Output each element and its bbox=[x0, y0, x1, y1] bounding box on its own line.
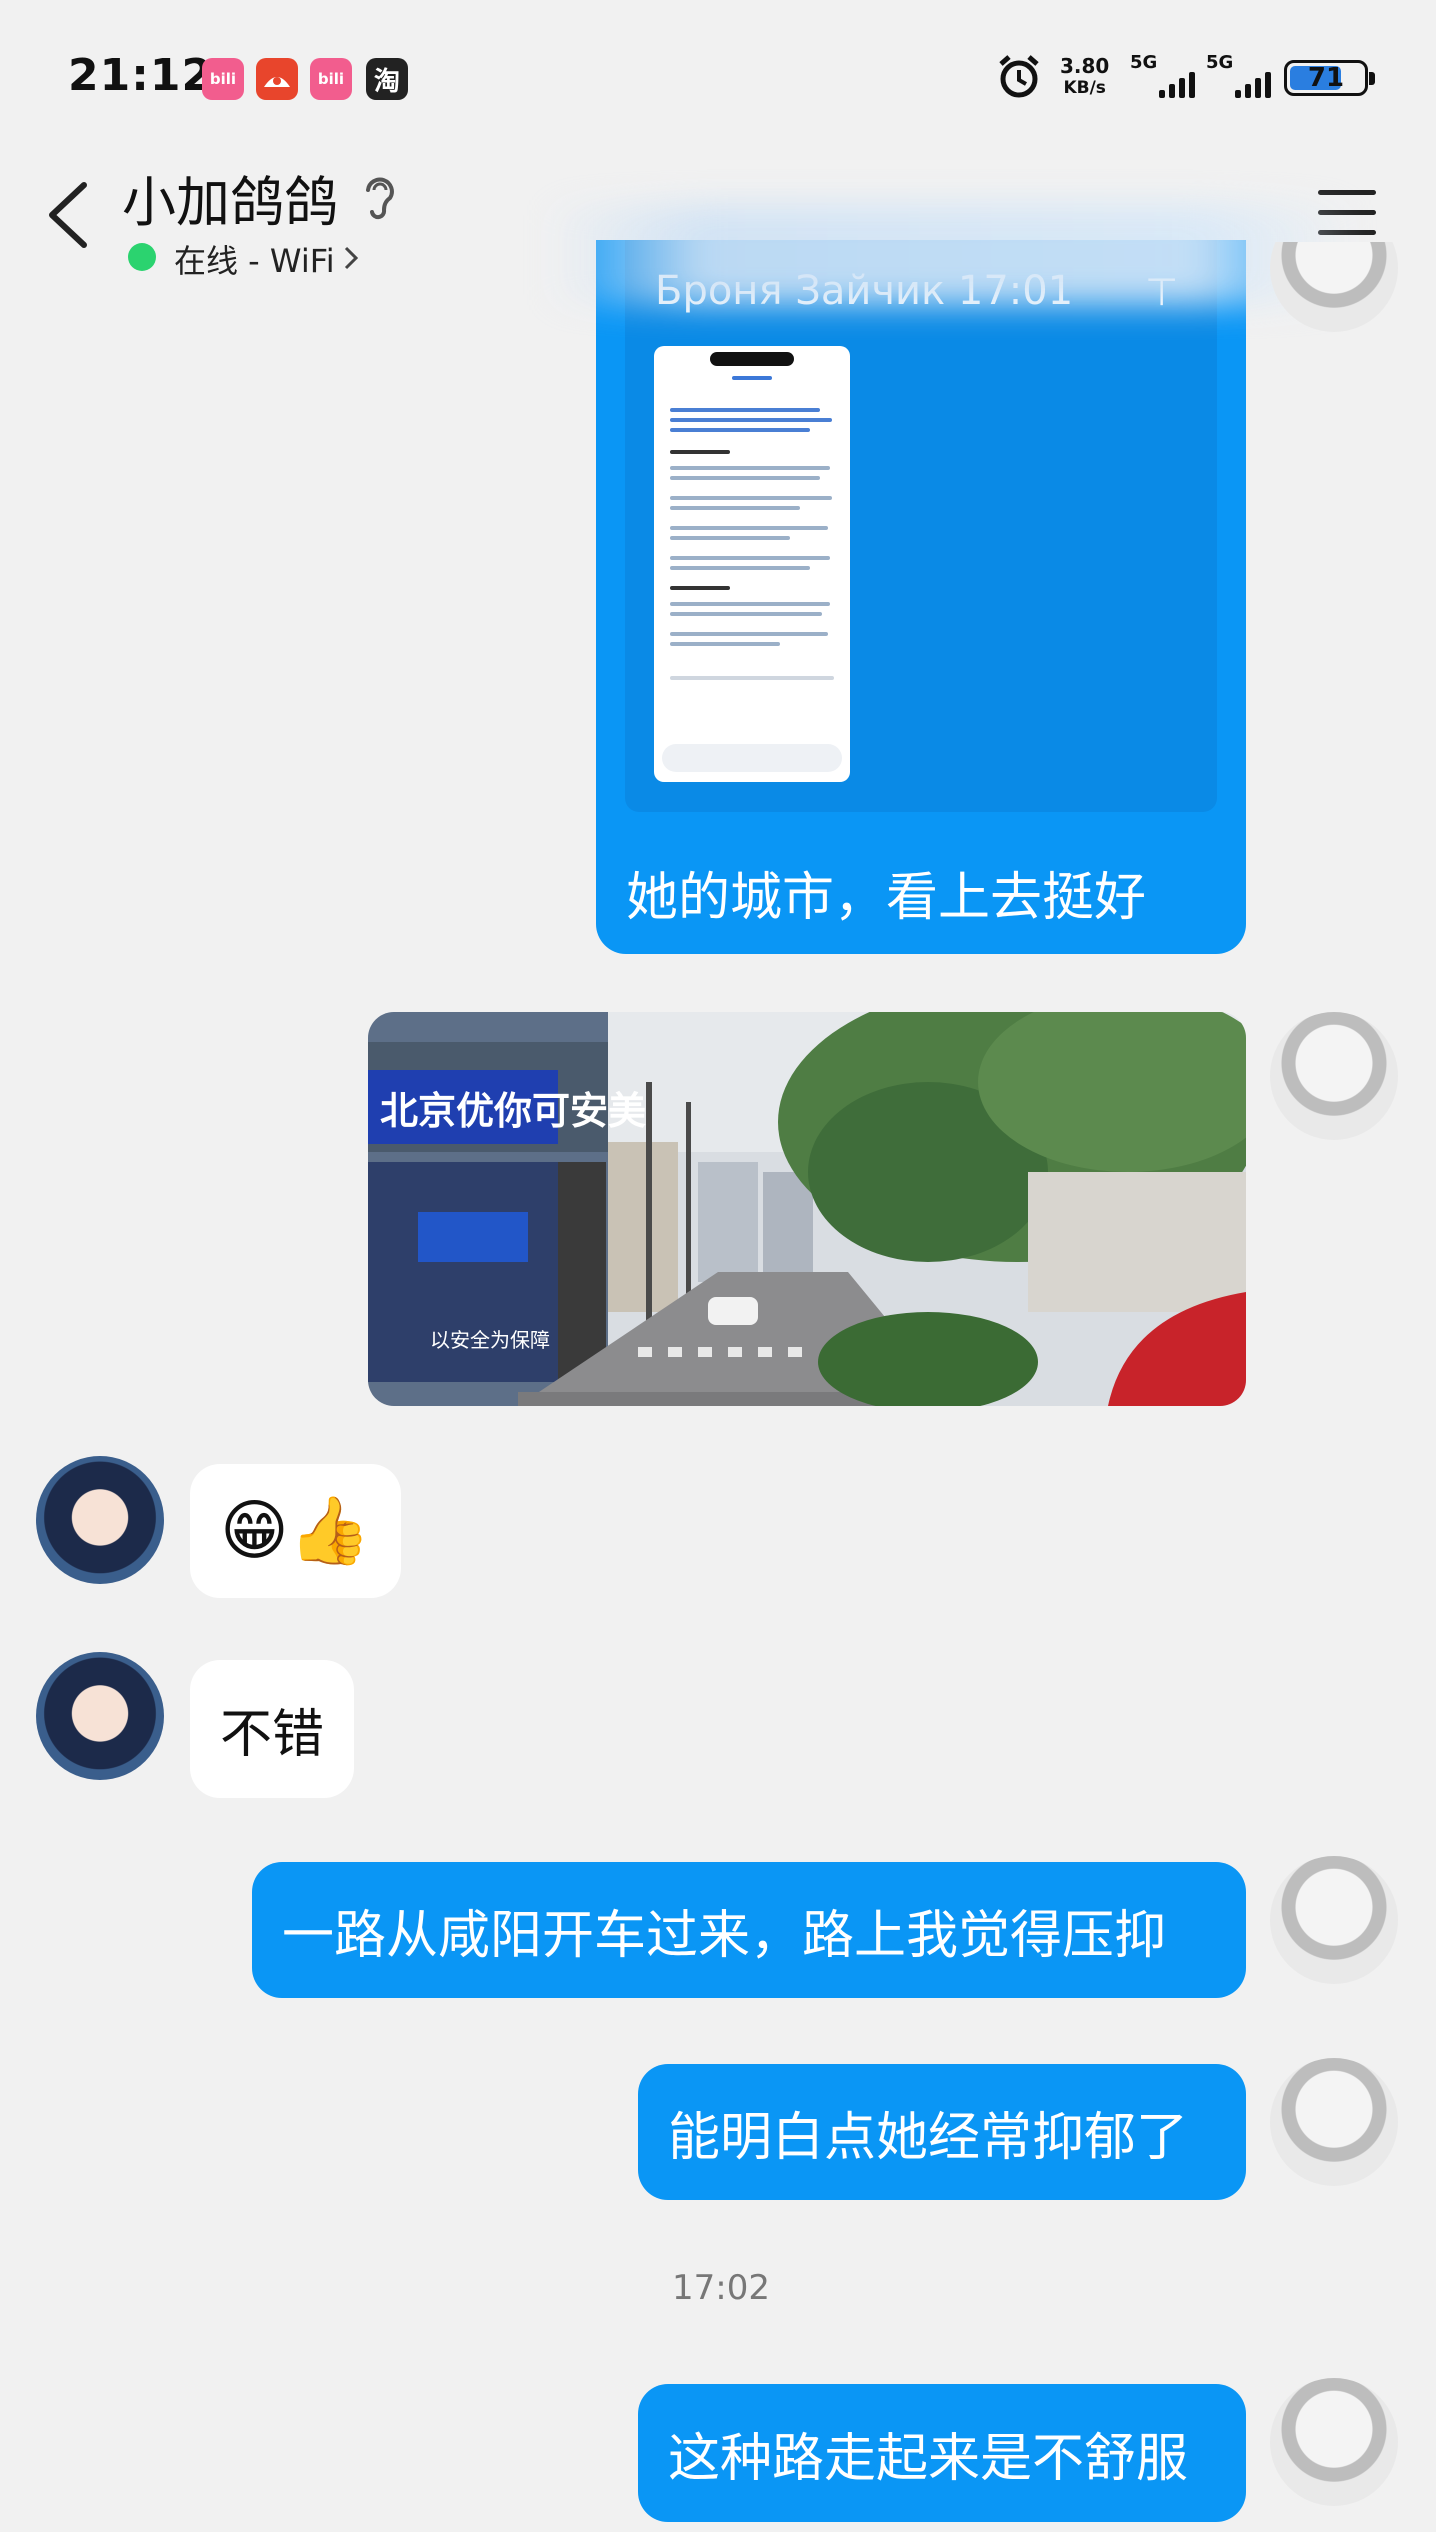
message-caption: 她的城市，看上去挺好 bbox=[626, 868, 1147, 928]
red-app-icon bbox=[256, 58, 298, 100]
text-message-bubble[interactable]: 不错 bbox=[190, 1660, 355, 1798]
my-avatar[interactable] bbox=[1270, 1012, 1398, 1140]
timestamp: 17:02 bbox=[672, 2268, 770, 2308]
shop-slogan: 以安全为保障 bbox=[430, 1328, 550, 1352]
contact-name[interactable]: 小加鸽鸽 bbox=[122, 158, 338, 237]
shop-sign: 北京优你可安美 bbox=[380, 1089, 646, 1133]
my-avatar[interactable] bbox=[1270, 2058, 1398, 2186]
status-bar: 21:12 bili bili 淘 3.80 KB/s 5G 5G 71 bbox=[0, 0, 1436, 140]
text-message-bubble[interactable]: 能明白点她经常抑郁了 bbox=[638, 2064, 1246, 2200]
text-message-bubble[interactable]: 这种路走起来是不舒服 bbox=[638, 2384, 1246, 2522]
battery-icon: 71 bbox=[1284, 60, 1375, 96]
alarm-icon bbox=[996, 52, 1042, 102]
ear-icon[interactable] bbox=[360, 172, 400, 220]
signal-sim2-icon: 5G bbox=[1206, 52, 1272, 102]
taobao-icon: 淘 bbox=[366, 58, 408, 100]
blurred-overlay bbox=[540, 205, 1360, 305]
back-button[interactable] bbox=[40, 175, 100, 255]
text-message-bubble[interactable]: 一路从咸阳开车过来，路上我觉得压抑 bbox=[252, 1862, 1246, 1998]
emoji-message-bubble[interactable]: 😁👍 bbox=[190, 1464, 401, 1598]
photo-message[interactable]: 北京优你可安美 以安全为保障 bbox=[368, 1012, 1246, 1406]
contact-avatar[interactable] bbox=[36, 1456, 164, 1584]
screenshot-thumbnail[interactable] bbox=[654, 346, 850, 782]
network-speed: 3.80 KB/s bbox=[1060, 54, 1110, 98]
my-avatar[interactable] bbox=[1270, 2378, 1398, 2506]
my-avatar[interactable] bbox=[1270, 1856, 1398, 1984]
contact-avatar[interactable] bbox=[36, 1652, 164, 1780]
online-status-dot bbox=[128, 243, 156, 271]
clock: 21:12 bbox=[68, 50, 214, 101]
chevron-right-icon[interactable] bbox=[342, 242, 362, 274]
signal-sim1-icon: 5G bbox=[1130, 52, 1196, 102]
bilibili-icon: bili bbox=[310, 58, 352, 100]
bilibili-icon: bili bbox=[202, 58, 244, 100]
online-status[interactable]: 在线 - WiFi bbox=[174, 236, 335, 282]
